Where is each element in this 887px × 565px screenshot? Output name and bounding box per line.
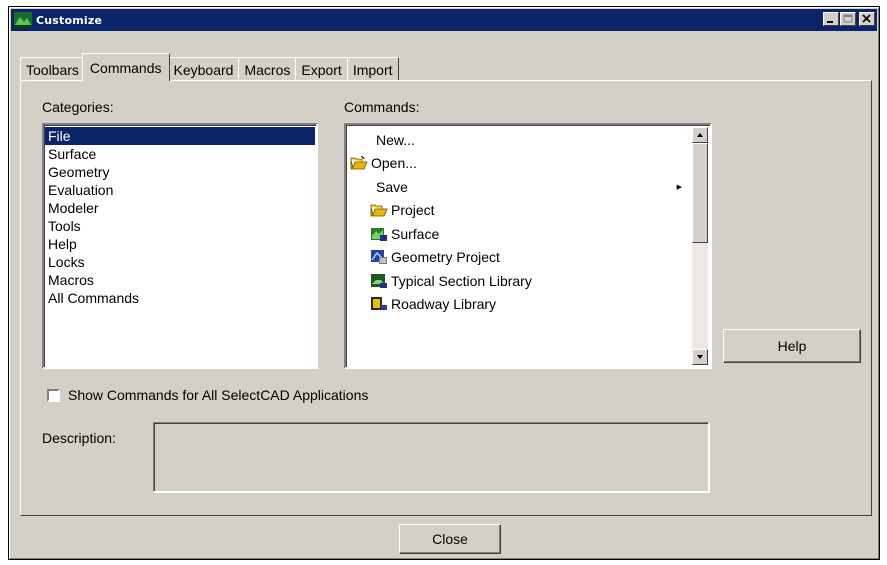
tab-import[interactable]: Import — [346, 57, 399, 81]
open-folder-icon — [370, 202, 388, 218]
command-item[interactable]: Project — [350, 199, 690, 223]
close-icon — [862, 14, 871, 23]
typical-section-icon — [370, 273, 388, 289]
command-label: New... — [376, 131, 415, 148]
command-item[interactable]: Typical Section Library — [350, 269, 690, 293]
show-all-checkbox[interactable] — [47, 389, 60, 402]
maximize-button[interactable] — [840, 12, 856, 26]
command-label: Project — [391, 202, 435, 219]
commands-label: Commands: — [344, 99, 420, 115]
description-label: Description: — [42, 430, 116, 446]
category-item[interactable]: All Commands — [45, 289, 315, 307]
category-item[interactable]: File — [45, 127, 315, 145]
description-box — [153, 422, 709, 492]
command-item[interactable]: Geometry Project — [350, 246, 690, 270]
command-label: Roadway Library — [391, 296, 497, 313]
roadway-library-icon — [370, 296, 388, 312]
minimize-icon — [827, 21, 833, 23]
title-bar[interactable]: Customize — [11, 9, 877, 31]
command-item[interactable]: Save ▶ — [350, 175, 690, 199]
category-item[interactable]: Tools — [45, 217, 315, 235]
open-folder-icon — [350, 155, 368, 171]
tab-export[interactable]: Export — [295, 57, 348, 81]
minimize-button[interactable] — [823, 12, 839, 26]
tab-strip: Toolbars Commands Keyboard Macros Export… — [20, 53, 399, 81]
commands-scrollbar[interactable] — [692, 127, 708, 365]
show-all-checkbox-label: Show Commands for All SelectCAD Applicat… — [68, 387, 369, 403]
maximize-icon — [843, 14, 853, 23]
tab-keyboard[interactable]: Keyboard — [167, 57, 240, 81]
category-item[interactable]: Locks — [45, 253, 315, 271]
down-arrow-icon — [697, 355, 703, 359]
command-item[interactable]: Roadway Library — [350, 293, 690, 317]
surface-icon — [370, 226, 388, 242]
customize-dialog: Customize Toolbars Commands Keyboard Mac… — [8, 6, 880, 560]
help-button[interactable]: Help — [723, 329, 861, 363]
command-label: Open... — [371, 155, 417, 172]
close-window-button[interactable] — [859, 12, 875, 26]
geometry-project-icon — [370, 249, 388, 265]
command-label: Save — [376, 178, 408, 195]
command-label: Typical Section Library — [391, 272, 532, 289]
category-item[interactable]: Geometry — [45, 163, 315, 181]
command-label: Geometry Project — [391, 249, 500, 266]
categories-list[interactable]: File Surface Geometry Evaluation Modeler… — [42, 123, 318, 369]
window-title: Customize — [36, 13, 103, 27]
scroll-thumb[interactable] — [692, 143, 708, 243]
command-item[interactable]: New... — [350, 128, 690, 152]
close-button[interactable]: Close — [399, 524, 501, 554]
category-item[interactable]: Help — [45, 235, 315, 253]
submenu-arrow-icon: ▶ — [676, 183, 682, 191]
categories-label: Categories: — [42, 99, 114, 115]
command-label: Surface — [391, 225, 440, 242]
tab-macros[interactable]: Macros — [238, 57, 297, 81]
category-item[interactable]: Macros — [45, 271, 315, 289]
category-item[interactable]: Modeler — [45, 199, 315, 217]
app-icon — [14, 12, 32, 28]
scroll-up-button[interactable] — [692, 127, 708, 143]
command-item[interactable]: Open... — [350, 152, 690, 176]
tab-commands[interactable]: Commands — [81, 53, 170, 81]
commands-list[interactable]: New... Open... Save ▶ Project Surface Ge… — [344, 123, 712, 369]
category-item[interactable]: Surface — [45, 145, 315, 163]
command-item[interactable]: Surface — [350, 222, 690, 246]
up-arrow-icon — [697, 133, 703, 137]
scroll-down-button[interactable] — [692, 349, 708, 365]
tab-toolbars[interactable]: Toolbars — [20, 57, 85, 81]
category-item[interactable]: Evaluation — [45, 181, 315, 199]
